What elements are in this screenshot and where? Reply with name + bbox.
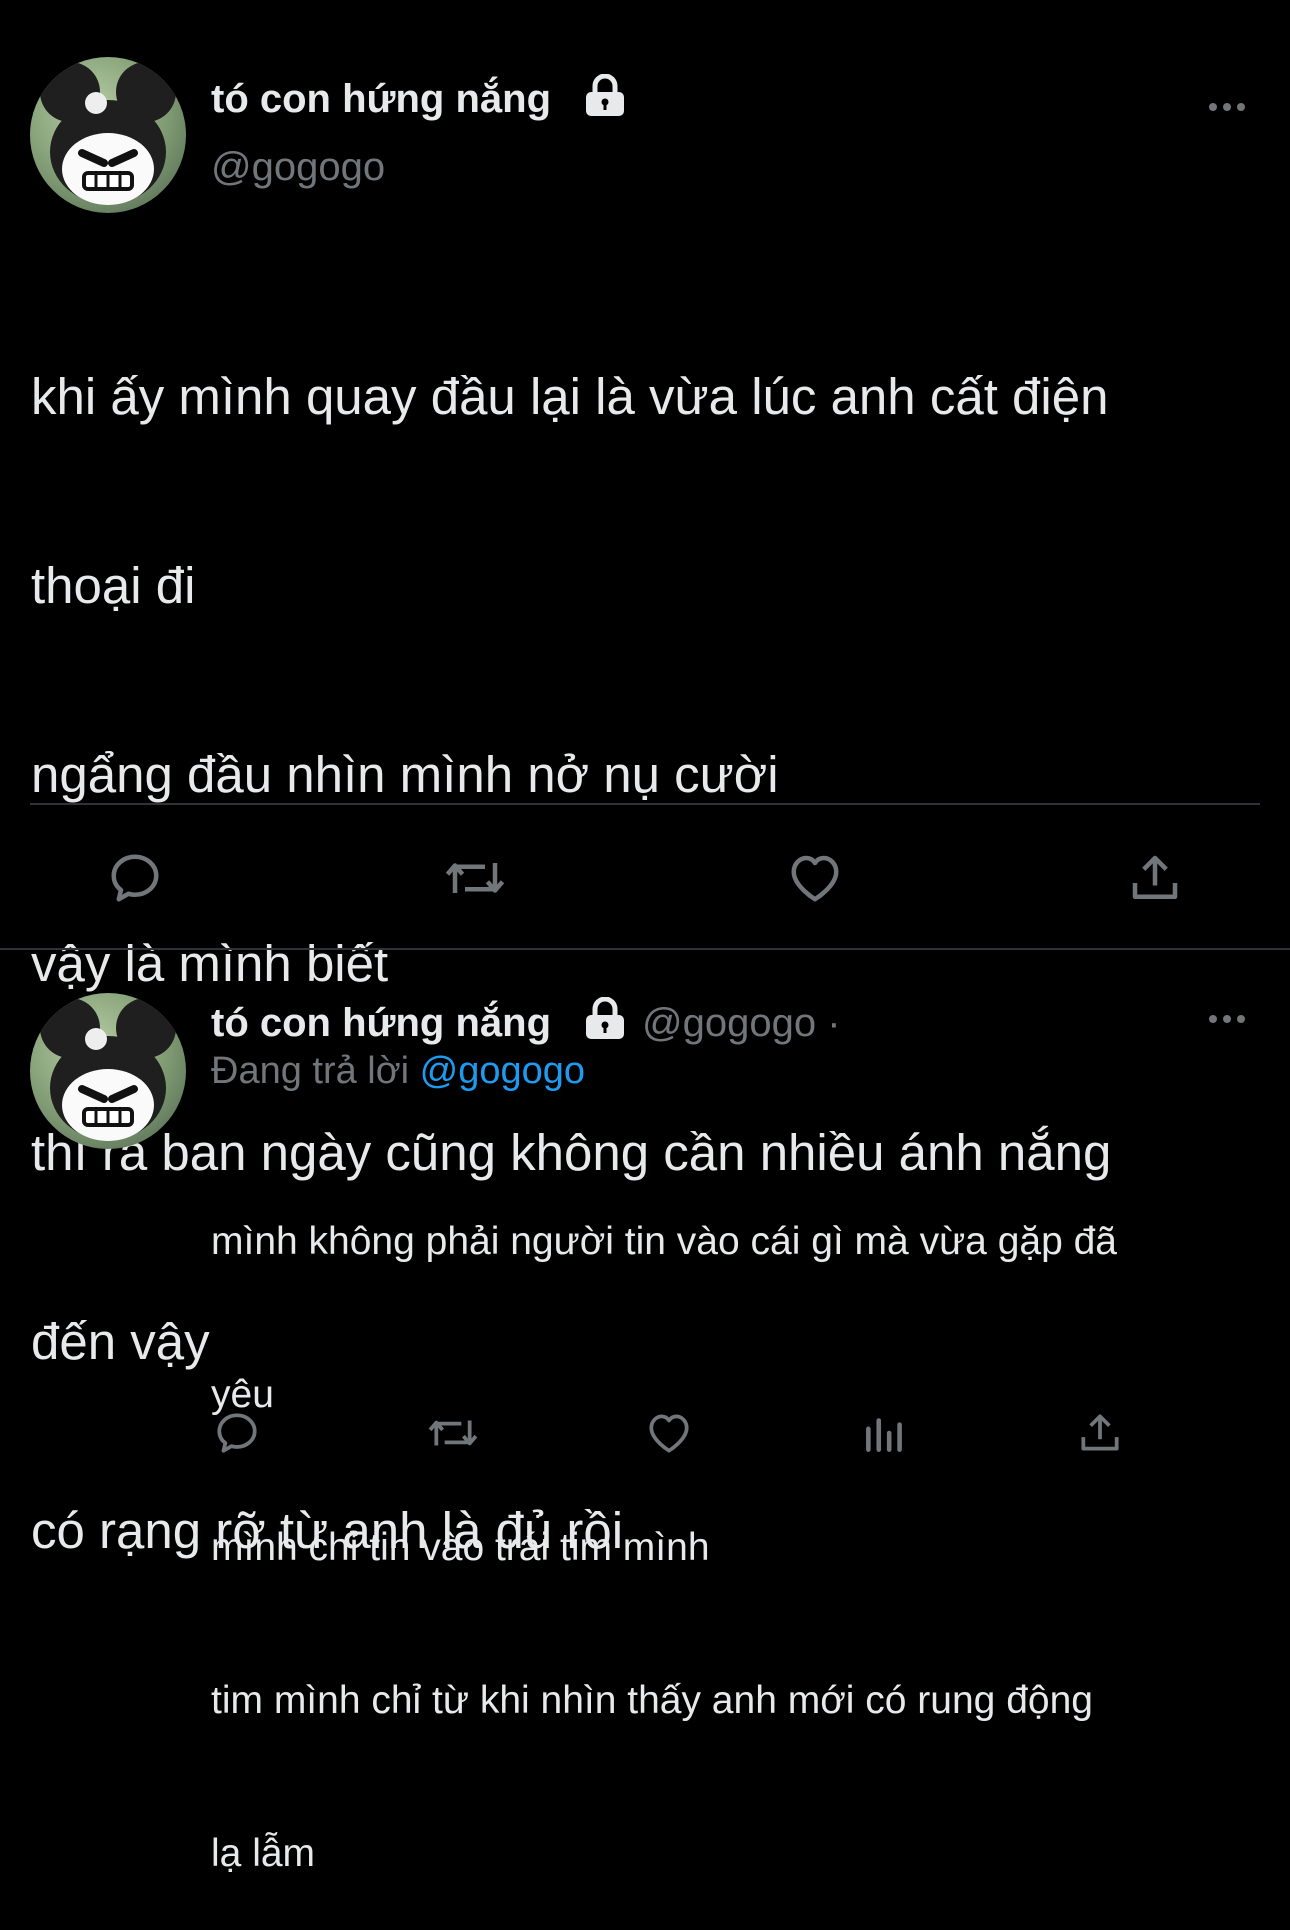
replying-to-link[interactable]: @gogogo <box>420 1050 585 1092</box>
display-name[interactable]: tó con hứng nắng <box>211 77 551 122</box>
avatar[interactable] <box>30 57 186 213</box>
handle[interactable]: @gogogo · <box>642 1001 841 1046</box>
handle-text: @gogogo <box>642 1001 817 1045</box>
share-icon[interactable] <box>1125 848 1185 908</box>
reply-icon[interactable] <box>105 848 165 908</box>
display-name[interactable]: tó con hứng nắng <box>211 1001 551 1046</box>
share-icon[interactable] <box>1075 1408 1125 1458</box>
reply-line: tim mình chỉ từ khi nhìn thấy anh mới có… <box>211 1679 1093 1722</box>
like-icon[interactable] <box>785 848 845 908</box>
tweet-line: ngẩng đầu nhìn mình nở nụ cười <box>31 746 779 803</box>
handle[interactable]: @gogogo <box>211 145 385 190</box>
tweet-line: khi ấy mình quay đầu lại là vừa lúc anh … <box>31 368 1109 425</box>
divider <box>0 948 1290 950</box>
reply-line: lạ lẫm <box>211 1832 316 1875</box>
reply-body: mình không phải người tin vào cái gì mà … <box>211 1114 1261 1930</box>
analytics-icon[interactable] <box>860 1408 910 1458</box>
display-name-text: tó con hứng nắng <box>211 77 552 121</box>
more-icon[interactable] <box>1209 103 1245 111</box>
reply-icon[interactable] <box>212 1408 262 1458</box>
reply-line: mình không phải người tin vào cái gì mà … <box>211 1220 1117 1263</box>
display-name-text: tó con hứng nắng <box>211 1001 552 1045</box>
tweet-line: vậy là mình biết <box>31 935 389 992</box>
retweet-icon[interactable] <box>442 848 508 908</box>
reply-line: mình chỉ tin vào trái tim mình <box>211 1526 710 1569</box>
replying-to: Đang trả lời @gogogo <box>211 1050 585 1093</box>
tweet-line: thoại đi <box>31 557 196 614</box>
avatar[interactable] <box>30 993 186 1149</box>
replying-prefix: Đang trả lời <box>211 1050 410 1092</box>
handle-text: @gogogo <box>211 145 386 189</box>
lock-icon <box>584 74 626 118</box>
more-icon[interactable] <box>1209 1015 1245 1023</box>
like-icon[interactable] <box>644 1408 694 1458</box>
separator-dot: · <box>827 1001 841 1045</box>
lock-icon <box>584 997 626 1041</box>
retweet-icon[interactable] <box>425 1408 481 1458</box>
divider <box>30 803 1260 805</box>
